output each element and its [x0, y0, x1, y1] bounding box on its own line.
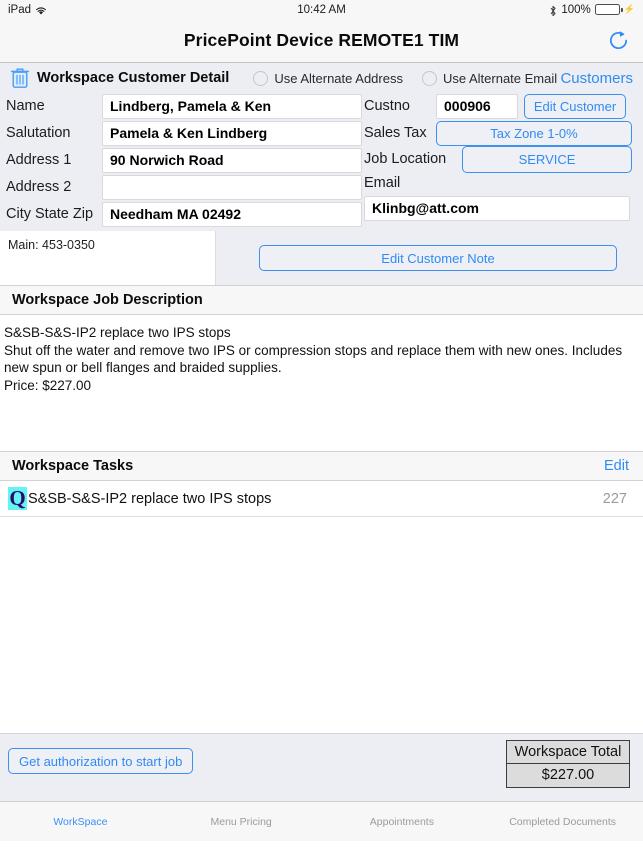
- customer-detail-title: Workspace Customer Detail: [37, 70, 230, 86]
- alternate-email-radio[interactable]: [421, 70, 437, 86]
- email-label: Email: [364, 175, 401, 191]
- name-input[interactable]: Lindberg, Pamela & Ken: [102, 93, 362, 119]
- bluetooth-icon: [549, 5, 557, 17]
- edit-customer-button[interactable]: Edit Customer: [524, 93, 626, 119]
- customer-right-column: Custno 000906 Edit Customer Sales Tax Ta…: [364, 93, 637, 222]
- task-amount: 227: [602, 490, 627, 507]
- city-state-zip-input[interactable]: Needham MA 02492: [102, 201, 362, 227]
- name-label: Name: [6, 98, 45, 114]
- tab-menu-pricing[interactable]: Menu Pricing: [161, 816, 322, 828]
- tasks-title: Workspace Tasks: [12, 458, 134, 474]
- address1-input[interactable]: 90 Norwich Road: [102, 147, 362, 173]
- alternate-options: Use Alternate Address Use Alternate Emai…: [253, 70, 558, 86]
- job-location-row: Job Location SERVICE: [364, 145, 637, 173]
- get-authorization-button[interactable]: Get authorization to start job: [8, 748, 194, 774]
- use-alternate-address-option[interactable]: Use Alternate Address: [253, 70, 403, 86]
- city-state-zip-label: City State Zip: [6, 206, 94, 222]
- battery-icon: ⚡: [594, 4, 635, 15]
- sales-tax-label: Sales Tax: [364, 125, 427, 141]
- job-description-title: Workspace Job Description: [12, 292, 203, 308]
- task-title: S&SB-S&S-IP2 replace two IPS stops: [28, 490, 272, 507]
- alternate-address-radio[interactable]: [253, 70, 269, 86]
- salutation-label: Salutation: [6, 125, 71, 141]
- job-description-body: S&SB-S&S-IP2 replace two IPS stops Shut …: [0, 315, 643, 451]
- app-root: iPad 10:42 AM 100% ⚡ PricePoint Device R…: [0, 0, 643, 858]
- sales-tax-row: Sales Tax Tax Zone 1-0%: [364, 120, 637, 146]
- address2-label: Address 2: [6, 179, 72, 195]
- alternate-address-label: Use Alternate Address: [274, 70, 403, 86]
- table-row[interactable]: Q S&SB-S&S-IP2 replace two IPS stops 227: [0, 481, 643, 517]
- email-input[interactable]: Klinbg@att.com: [364, 195, 630, 221]
- job-description-line-1: S&SB-S&S-IP2 replace two IPS stops: [4, 325, 231, 340]
- tasks-empty-area: [0, 517, 643, 733]
- customer-detail-header: Workspace Customer Detail Use Alternate …: [0, 63, 643, 93]
- workspace-total-value: $227.00: [541, 767, 595, 783]
- navigation-bar: PricePoint Device REMOTE1 TIM: [0, 19, 643, 63]
- tab-bar: WorkSpace Menu Pricing Appointments Comp…: [0, 801, 643, 841]
- customer-detail-panel: Workspace Customer Detail Use Alternate …: [0, 63, 643, 231]
- footer-bar: Get authorization to start job Workspace…: [0, 733, 643, 801]
- trash-icon[interactable]: [10, 67, 30, 89]
- customer-form: Name Lindberg, Pamela & Ken Salutation P…: [0, 93, 643, 227]
- status-bar: iPad 10:42 AM 100% ⚡: [0, 0, 643, 19]
- status-bar-left: iPad: [8, 4, 47, 16]
- custno-label: Custno: [364, 98, 410, 114]
- workspace-total-label: Workspace Total: [507, 741, 629, 764]
- email-label-row: Email: [364, 172, 637, 194]
- use-alternate-email-option[interactable]: Use Alternate Email: [421, 70, 558, 86]
- job-description-header: Workspace Job Description: [0, 285, 643, 315]
- status-bar-right: 100% ⚡: [549, 4, 635, 16]
- edit-customer-note-button[interactable]: Edit Customer Note: [259, 245, 617, 271]
- page-title: PricePoint Device REMOTE1 TIM: [183, 30, 460, 50]
- address2-input[interactable]: [102, 174, 362, 200]
- customer-phone-box: Main: 453-0350: [0, 231, 216, 285]
- email-value-row: Klinbg@att.com: [364, 195, 637, 221]
- tax-zone-button[interactable]: Tax Zone 1-0%: [436, 120, 632, 146]
- address1-label: Address 1: [6, 152, 72, 168]
- battery-percent: 100%: [561, 3, 591, 16]
- status-bar-time: 10:42 AM: [297, 3, 346, 16]
- tasks-header: Workspace Tasks Edit: [0, 451, 643, 481]
- tab-appointments[interactable]: Appointments: [322, 816, 483, 828]
- custno-row: Custno 000906 Edit Customer: [364, 93, 637, 119]
- workspace-total-box: Workspace Total $227.00: [506, 740, 630, 788]
- customers-link[interactable]: Customers: [560, 70, 633, 87]
- job-location-button[interactable]: SERVICE: [462, 145, 632, 173]
- tab-completed-documents[interactable]: Completed Documents: [482, 816, 643, 828]
- job-description-line-3: Price: $227.00: [4, 377, 92, 393]
- job-location-label: Job Location: [364, 151, 447, 167]
- job-description-line-2: Shut off the water and remove two IPS or…: [4, 342, 623, 376]
- tasks-edit-button[interactable]: Edit: [604, 458, 629, 474]
- quote-badge-icon: Q: [8, 486, 27, 510]
- salutation-input[interactable]: Pamela & Ken Lindberg: [102, 120, 362, 146]
- alternate-email-label: Use Alternate Email: [442, 70, 558, 86]
- customer-note-band: Main: 453-0350 Edit Customer Note: [0, 231, 643, 285]
- tasks-list: Q S&SB-S&S-IP2 replace two IPS stops 227: [0, 481, 643, 517]
- wifi-icon: [35, 5, 47, 16]
- refresh-icon[interactable]: [605, 28, 631, 54]
- custno-input[interactable]: 000906: [436, 93, 518, 119]
- device-name: iPad: [8, 3, 32, 16]
- tab-workspace[interactable]: WorkSpace: [0, 816, 161, 828]
